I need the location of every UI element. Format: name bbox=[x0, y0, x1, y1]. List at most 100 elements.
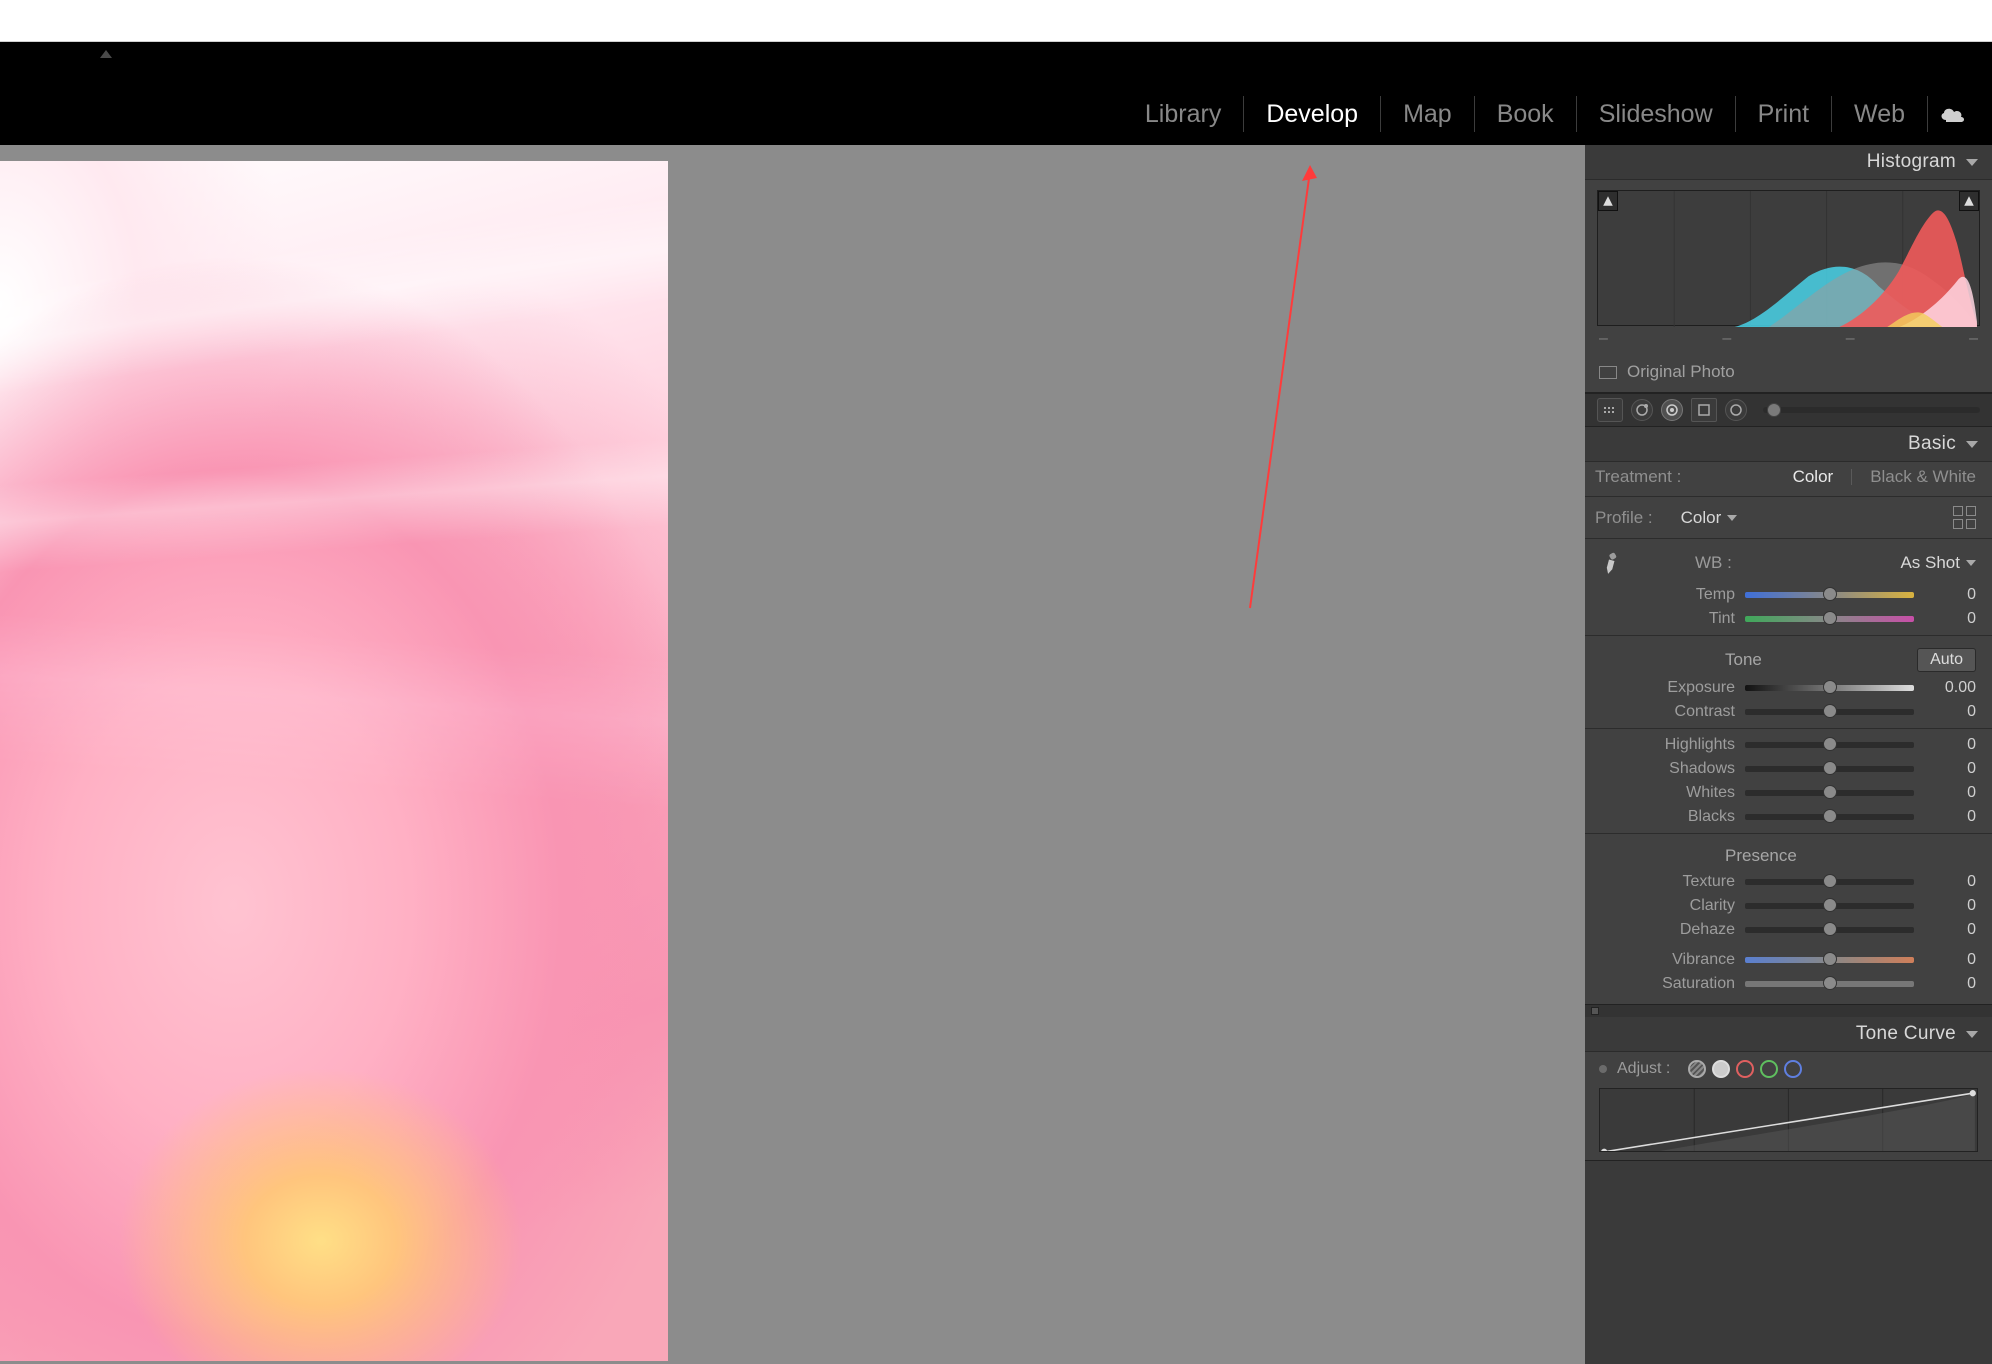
clarity-value[interactable]: 0 bbox=[1922, 897, 1976, 915]
identity-disclosure-triangle[interactable] bbox=[100, 50, 112, 58]
wb-value-dropdown[interactable]: As Shot bbox=[1900, 553, 1976, 573]
tc-channel-blue[interactable] bbox=[1784, 1060, 1802, 1078]
treatment-bw-option[interactable]: Black & White bbox=[1870, 467, 1976, 487]
whites-value[interactable]: 0 bbox=[1922, 784, 1976, 802]
module-tab-develop[interactable]: Develop bbox=[1244, 96, 1381, 132]
treatment-row: Treatment : Color Black & White bbox=[1585, 462, 1992, 492]
tonecurve-channel-picker bbox=[1688, 1060, 1802, 1078]
module-tab-print[interactable]: Print bbox=[1736, 96, 1832, 132]
crop-tool-icon[interactable] bbox=[1597, 398, 1623, 422]
presence-section-title: Presence bbox=[1725, 846, 1797, 866]
temp-value[interactable]: 0 bbox=[1922, 586, 1976, 604]
tc-channel-red[interactable] bbox=[1736, 1060, 1754, 1078]
chevron-down-icon bbox=[1966, 1031, 1978, 1038]
exposure-value[interactable]: 0.00 bbox=[1922, 679, 1976, 697]
panel-header-basic[interactable]: Basic bbox=[1585, 427, 1992, 461]
eyedropper-icon[interactable] bbox=[1592, 544, 1630, 582]
module-tab-map[interactable]: Map bbox=[1381, 96, 1475, 132]
presence-section-head: Presence bbox=[1585, 838, 1992, 870]
temp-slider[interactable]: Temp 0 bbox=[1585, 583, 1992, 607]
treatment-color-option[interactable]: Color bbox=[1793, 467, 1834, 487]
tonecurve-panel: Adjust : bbox=[1585, 1051, 1992, 1161]
hist-info-1: – bbox=[1599, 330, 1608, 348]
tone-section-head: Tone Auto bbox=[1585, 640, 1992, 676]
wb-row: WB : As Shot bbox=[1585, 543, 1992, 583]
tint-label: Tint bbox=[1595, 610, 1745, 628]
module-tab-library[interactable]: Library bbox=[1123, 96, 1244, 132]
contrast-slider[interactable]: Contrast 0 bbox=[1585, 700, 1992, 724]
exposure-label: Exposure bbox=[1595, 679, 1745, 697]
contrast-label: Contrast bbox=[1595, 703, 1745, 721]
panel-title-basic: Basic bbox=[1908, 433, 1956, 455]
dehaze-slider[interactable]: Dehaze 0 bbox=[1585, 918, 1992, 942]
header-bar: Library Develop Map Book Slideshow Print… bbox=[0, 42, 1992, 145]
basic-panel: Treatment : Color Black & White Profile … bbox=[1585, 461, 1992, 1005]
tint-value[interactable]: 0 bbox=[1922, 610, 1976, 628]
chevron-down-icon bbox=[1966, 441, 1978, 448]
dehaze-value[interactable]: 0 bbox=[1922, 921, 1976, 939]
exposure-slider[interactable]: Exposure 0.00 bbox=[1585, 676, 1992, 700]
clarity-slider[interactable]: Clarity 0 bbox=[1585, 894, 1992, 918]
shadows-label: Shadows bbox=[1595, 760, 1745, 778]
tc-channel-param[interactable] bbox=[1688, 1060, 1706, 1078]
original-photo-label: Original Photo bbox=[1627, 362, 1735, 382]
chevron-down-icon bbox=[1966, 560, 1976, 566]
tone-section-title: Tone bbox=[1725, 650, 1762, 670]
histogram-panel: – – – – Original Photo bbox=[1585, 179, 1992, 393]
aspect-ratio-icon bbox=[1599, 366, 1617, 379]
texture-value[interactable]: 0 bbox=[1922, 873, 1976, 891]
vibrance-value[interactable]: 0 bbox=[1922, 951, 1976, 969]
panel-header-tonecurve[interactable]: Tone Curve bbox=[1585, 1017, 1992, 1051]
masking-tool-icon[interactable] bbox=[1691, 398, 1717, 422]
blacks-slider[interactable]: Blacks 0 bbox=[1585, 805, 1992, 829]
shadows-slider[interactable]: Shadows 0 bbox=[1585, 757, 1992, 781]
module-tab-slideshow[interactable]: Slideshow bbox=[1577, 96, 1736, 132]
panel-title-histogram: Histogram bbox=[1867, 151, 1956, 173]
vibrance-slider[interactable]: Vibrance 0 bbox=[1585, 948, 1992, 972]
profile-label: Profile : bbox=[1595, 508, 1653, 528]
module-tab-web[interactable]: Web bbox=[1832, 96, 1928, 132]
profile-value-text: Color bbox=[1681, 508, 1722, 528]
histogram-graph[interactable] bbox=[1597, 190, 1980, 326]
profile-value-dropdown[interactable]: Color bbox=[1681, 508, 1738, 528]
texture-slider[interactable]: Texture 0 bbox=[1585, 870, 1992, 894]
wb-label: WB : bbox=[1695, 553, 1732, 573]
treatment-separator bbox=[1851, 469, 1852, 485]
graduated-filter-tool-icon[interactable] bbox=[1725, 399, 1747, 421]
shadows-value[interactable]: 0 bbox=[1922, 760, 1976, 778]
tonecurve-graph[interactable] bbox=[1599, 1088, 1978, 1152]
chevron-down-icon bbox=[1727, 515, 1737, 521]
contrast-value[interactable]: 0 bbox=[1922, 703, 1976, 721]
profile-browser-icon[interactable] bbox=[1953, 506, 1976, 529]
tc-channel-rgb[interactable] bbox=[1712, 1060, 1730, 1078]
module-tab-book[interactable]: Book bbox=[1475, 96, 1577, 132]
panel-header-histogram[interactable]: Histogram bbox=[1585, 145, 1992, 179]
auto-tone-button[interactable]: Auto bbox=[1917, 648, 1976, 672]
tonecurve-adjust-row: Adjust : bbox=[1599, 1060, 1978, 1078]
target-adjust-icon[interactable] bbox=[1599, 1065, 1607, 1073]
redeye-tool-icon[interactable] bbox=[1661, 399, 1683, 421]
highlights-value[interactable]: 0 bbox=[1922, 736, 1976, 754]
saturation-slider[interactable]: Saturation 0 bbox=[1585, 972, 1992, 996]
window-titlebar bbox=[0, 0, 1992, 42]
blacks-value[interactable]: 0 bbox=[1922, 808, 1976, 826]
panel-toggle-grip[interactable] bbox=[1585, 1005, 1992, 1017]
saturation-value[interactable]: 0 bbox=[1922, 975, 1976, 993]
panel-title-tonecurve: Tone Curve bbox=[1856, 1023, 1956, 1045]
photo-preview[interactable] bbox=[0, 161, 668, 1361]
develop-tool-strip bbox=[1585, 393, 1992, 427]
tc-channel-green[interactable] bbox=[1760, 1060, 1778, 1078]
hist-info-3: – bbox=[1846, 330, 1855, 348]
chevron-down-icon bbox=[1966, 159, 1978, 166]
whites-slider[interactable]: Whites 0 bbox=[1585, 781, 1992, 805]
dehaze-label: Dehaze bbox=[1595, 921, 1745, 939]
saturation-label: Saturation bbox=[1595, 975, 1745, 993]
canvas-area[interactable] bbox=[0, 145, 1585, 1364]
highlights-slider[interactable]: Highlights 0 bbox=[1585, 733, 1992, 757]
cloud-sync-icon[interactable] bbox=[1938, 104, 1968, 124]
tint-slider[interactable]: Tint 0 bbox=[1585, 607, 1992, 631]
original-photo-row[interactable]: Original Photo bbox=[1585, 352, 1992, 392]
brush-size-slider[interactable] bbox=[1763, 407, 1980, 413]
vibrance-label: Vibrance bbox=[1595, 951, 1745, 969]
spot-removal-tool-icon[interactable] bbox=[1631, 399, 1653, 421]
